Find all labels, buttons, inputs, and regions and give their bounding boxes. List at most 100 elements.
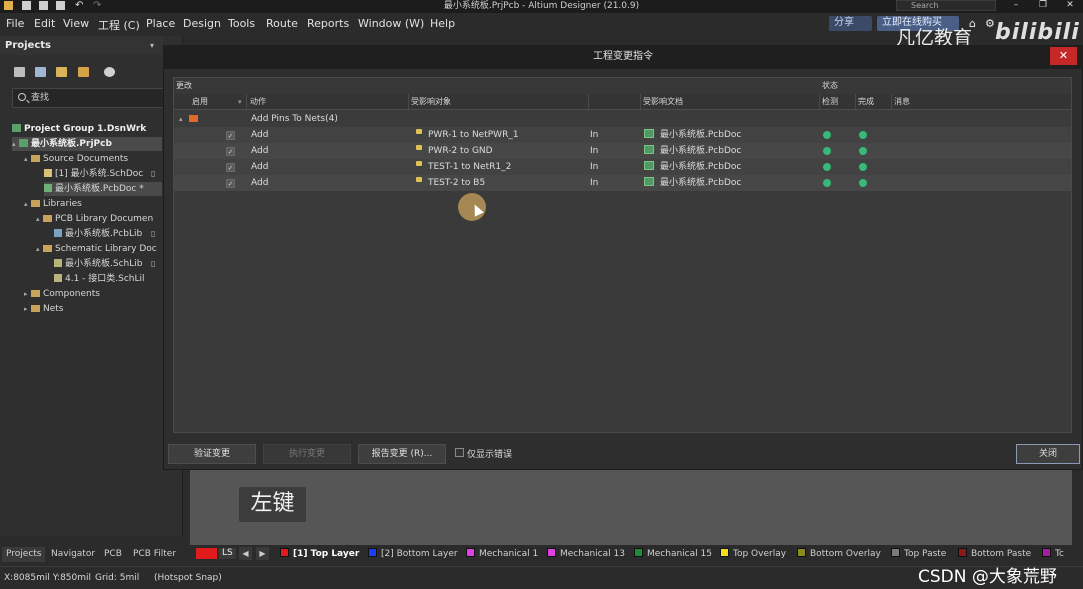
row-action: Add xyxy=(251,178,269,188)
column-check[interactable]: 检测 xyxy=(822,94,838,110)
tree-item-source-documents[interactable]: ▴ Source Documents xyxy=(24,152,128,166)
layer-tab-bottom-overlay[interactable]: Bottom Overlay xyxy=(797,547,881,561)
collapse-arrow-icon[interactable]: ▴ xyxy=(24,197,31,211)
column-affected-object[interactable]: 受影响对象 xyxy=(411,94,451,110)
pcb-canvas[interactable] xyxy=(190,470,1072,548)
group-row[interactable]: ▴ Add Pins To Nets(4) xyxy=(174,111,1071,127)
tree-item-label: Nets xyxy=(43,304,64,314)
pin-icon xyxy=(416,129,422,134)
column-affected-document[interactable]: 受影响文档 xyxy=(643,94,683,110)
settings-icon[interactable] xyxy=(104,67,115,77)
table-row[interactable]: ✓ Add TEST-1 to NetR1_2 In 最小系统板.PcbDoc xyxy=(174,159,1071,175)
tree-item-components[interactable]: ▸ Components xyxy=(24,287,100,301)
enable-checkbox[interactable]: ✓ xyxy=(226,131,235,140)
tree-item-label: 最小系统板.SchLib xyxy=(65,259,143,269)
menu-file[interactable]: File xyxy=(6,17,24,30)
collapse-arrow-icon[interactable]: ▴ xyxy=(12,137,19,151)
layer-tab-mechanical-1[interactable]: Mechanical 1 xyxy=(466,547,538,561)
tree-item-nets[interactable]: ▸ Nets xyxy=(24,302,64,316)
table-row[interactable]: ✓ Add PWR-2 to GND In 最小系统板.PcbDoc xyxy=(174,143,1071,159)
collapse-arrow-icon[interactable]: ▴ xyxy=(36,212,43,226)
expand-arrow-icon[interactable]: ▸ xyxy=(24,287,31,301)
tree-item-interface-schlib[interactable]: 4.1 - 接口类.SchLil xyxy=(54,272,145,286)
tab-navigator[interactable]: Navigator xyxy=(47,547,99,562)
folder-icon xyxy=(43,245,52,252)
menu-view[interactable]: View xyxy=(63,17,89,30)
expand-arrow-icon[interactable]: ▸ xyxy=(24,302,31,316)
grid-section-header: 更改 状态 xyxy=(174,78,1071,94)
layer-tab-top[interactable]: [1] Top Layer xyxy=(280,547,359,561)
tree-item-pcb-project[interactable]: ▴ 最小系统板.PrjPcb xyxy=(12,137,162,151)
dialog-close-icon[interactable]: ✕ xyxy=(1050,47,1077,65)
row-in: In xyxy=(590,178,599,188)
column-done[interactable]: 完成 xyxy=(858,94,874,110)
tab-pcb-filter[interactable]: PCB Filter xyxy=(129,547,180,562)
enable-checkbox[interactable]: ✓ xyxy=(226,179,235,188)
layer-tab-bottom[interactable]: [2] Bottom Layer xyxy=(368,547,458,561)
tab-pcb[interactable]: PCB xyxy=(100,547,126,562)
layer-tab-top-overlay[interactable]: Top Overlay xyxy=(720,547,786,561)
sort-dropdown-icon[interactable]: ▾ xyxy=(238,94,242,110)
layer-tab-mechanical-13[interactable]: Mechanical 13 xyxy=(547,547,625,561)
project-search-input[interactable]: 查找 xyxy=(12,88,164,108)
global-search-input[interactable]: Search xyxy=(896,0,996,11)
tree-item-pcblib[interactable]: 最小系统板.PcbLib xyxy=(54,227,142,241)
panel-menu-icon[interactable]: ▾ xyxy=(150,41,154,50)
menu-edit[interactable]: Edit xyxy=(34,17,55,30)
collapse-arrow-icon[interactable]: ▴ xyxy=(24,152,31,166)
menu-window[interactable]: Window (W) xyxy=(358,17,424,30)
share-button[interactable]: 分享 xyxy=(829,16,872,31)
layer-tab-top-paste[interactable]: Top Paste xyxy=(891,547,946,561)
pcb-project-icon xyxy=(19,139,28,147)
layer-tab-mechanical-15[interactable]: Mechanical 15 xyxy=(634,547,712,561)
tree-item-pcbdoc[interactable]: 最小系统板.PcbDoc * xyxy=(44,182,162,196)
table-row[interactable]: ✓ Add TEST-2 to B5 In 最小系统板.PcbDoc xyxy=(174,175,1071,191)
tree-item-pcb-library-docs[interactable]: ▴ PCB Library Documen xyxy=(36,212,153,226)
tree-item-label: Components xyxy=(43,289,100,299)
collapse-arrow-icon[interactable]: ▴ xyxy=(36,242,43,256)
report-changes-button[interactable]: 报告变更 (R)... xyxy=(358,444,446,464)
tree-item-libraries[interactable]: ▴ Libraries xyxy=(24,197,82,211)
gear-icon[interactable]: ⚙ xyxy=(985,17,995,30)
layer-tab-top-solder[interactable]: Tc xyxy=(1042,547,1064,561)
only-show-errors-checkbox[interactable] xyxy=(455,448,464,457)
tree-item-schematic-library-docs[interactable]: ▴ Schematic Library Doc xyxy=(36,242,157,256)
column-message[interactable]: 消息 xyxy=(894,94,910,110)
menu-project[interactable]: 工程 (C) xyxy=(98,17,140,33)
menu-place[interactable]: Place xyxy=(146,17,175,30)
layer-tab-bottom-paste[interactable]: Bottom Paste xyxy=(958,547,1031,561)
menu-reports[interactable]: Reports xyxy=(307,17,349,30)
tree-item-schdoc[interactable]: [1] 最小系统.SchDoc xyxy=(44,167,143,181)
layer-next-icon[interactable]: ▶ xyxy=(256,547,269,560)
layer-prev-icon[interactable]: ◀ xyxy=(239,547,252,560)
menu-tools[interactable]: Tools xyxy=(228,17,255,30)
minimize-button[interactable]: – xyxy=(1003,0,1029,12)
save-project-icon[interactable] xyxy=(14,67,25,77)
close-button[interactable]: 关闭 xyxy=(1016,444,1080,464)
compile-icon[interactable] xyxy=(35,67,46,77)
column-enable[interactable]: 启用 xyxy=(192,94,208,110)
tree-item-schlib[interactable]: 最小系统板.SchLib xyxy=(54,257,142,271)
project-options-icon[interactable] xyxy=(78,67,89,77)
enable-checkbox[interactable]: ✓ xyxy=(226,163,235,172)
enable-checkbox[interactable]: ✓ xyxy=(226,147,235,156)
validate-changes-button[interactable]: 验证变更 xyxy=(168,444,256,464)
execute-changes-button[interactable]: 执行变更 xyxy=(263,444,351,464)
tree-item-project-group[interactable]: Project Group 1.DsnWrk xyxy=(12,122,146,136)
open-folder-icon[interactable] xyxy=(56,67,67,77)
column-action[interactable]: 动作 xyxy=(250,94,266,110)
collapse-arrow-icon[interactable]: ▴ xyxy=(179,111,183,127)
layer-color-swatch xyxy=(1042,548,1051,557)
tab-projects[interactable]: Projects xyxy=(2,547,46,562)
menu-help[interactable]: Help xyxy=(430,17,455,30)
tree-item-label: PCB Library Documen xyxy=(55,214,154,224)
close-window-button[interactable]: ✕ xyxy=(1057,0,1083,12)
table-row[interactable]: ✓ Add PWR-1 to NetPWR_1 In 最小系统板.PcbDoc xyxy=(174,127,1071,143)
document-status-icon: ▯ xyxy=(151,169,156,178)
layer-set-button[interactable]: LS xyxy=(219,548,236,559)
menu-design[interactable]: Design xyxy=(183,17,221,30)
restore-button[interactable]: ❐ xyxy=(1030,0,1056,12)
menu-route[interactable]: Route xyxy=(266,17,298,30)
tree-item-label: Schematic Library Doc xyxy=(55,244,157,254)
current-layer-swatch[interactable] xyxy=(196,548,217,559)
